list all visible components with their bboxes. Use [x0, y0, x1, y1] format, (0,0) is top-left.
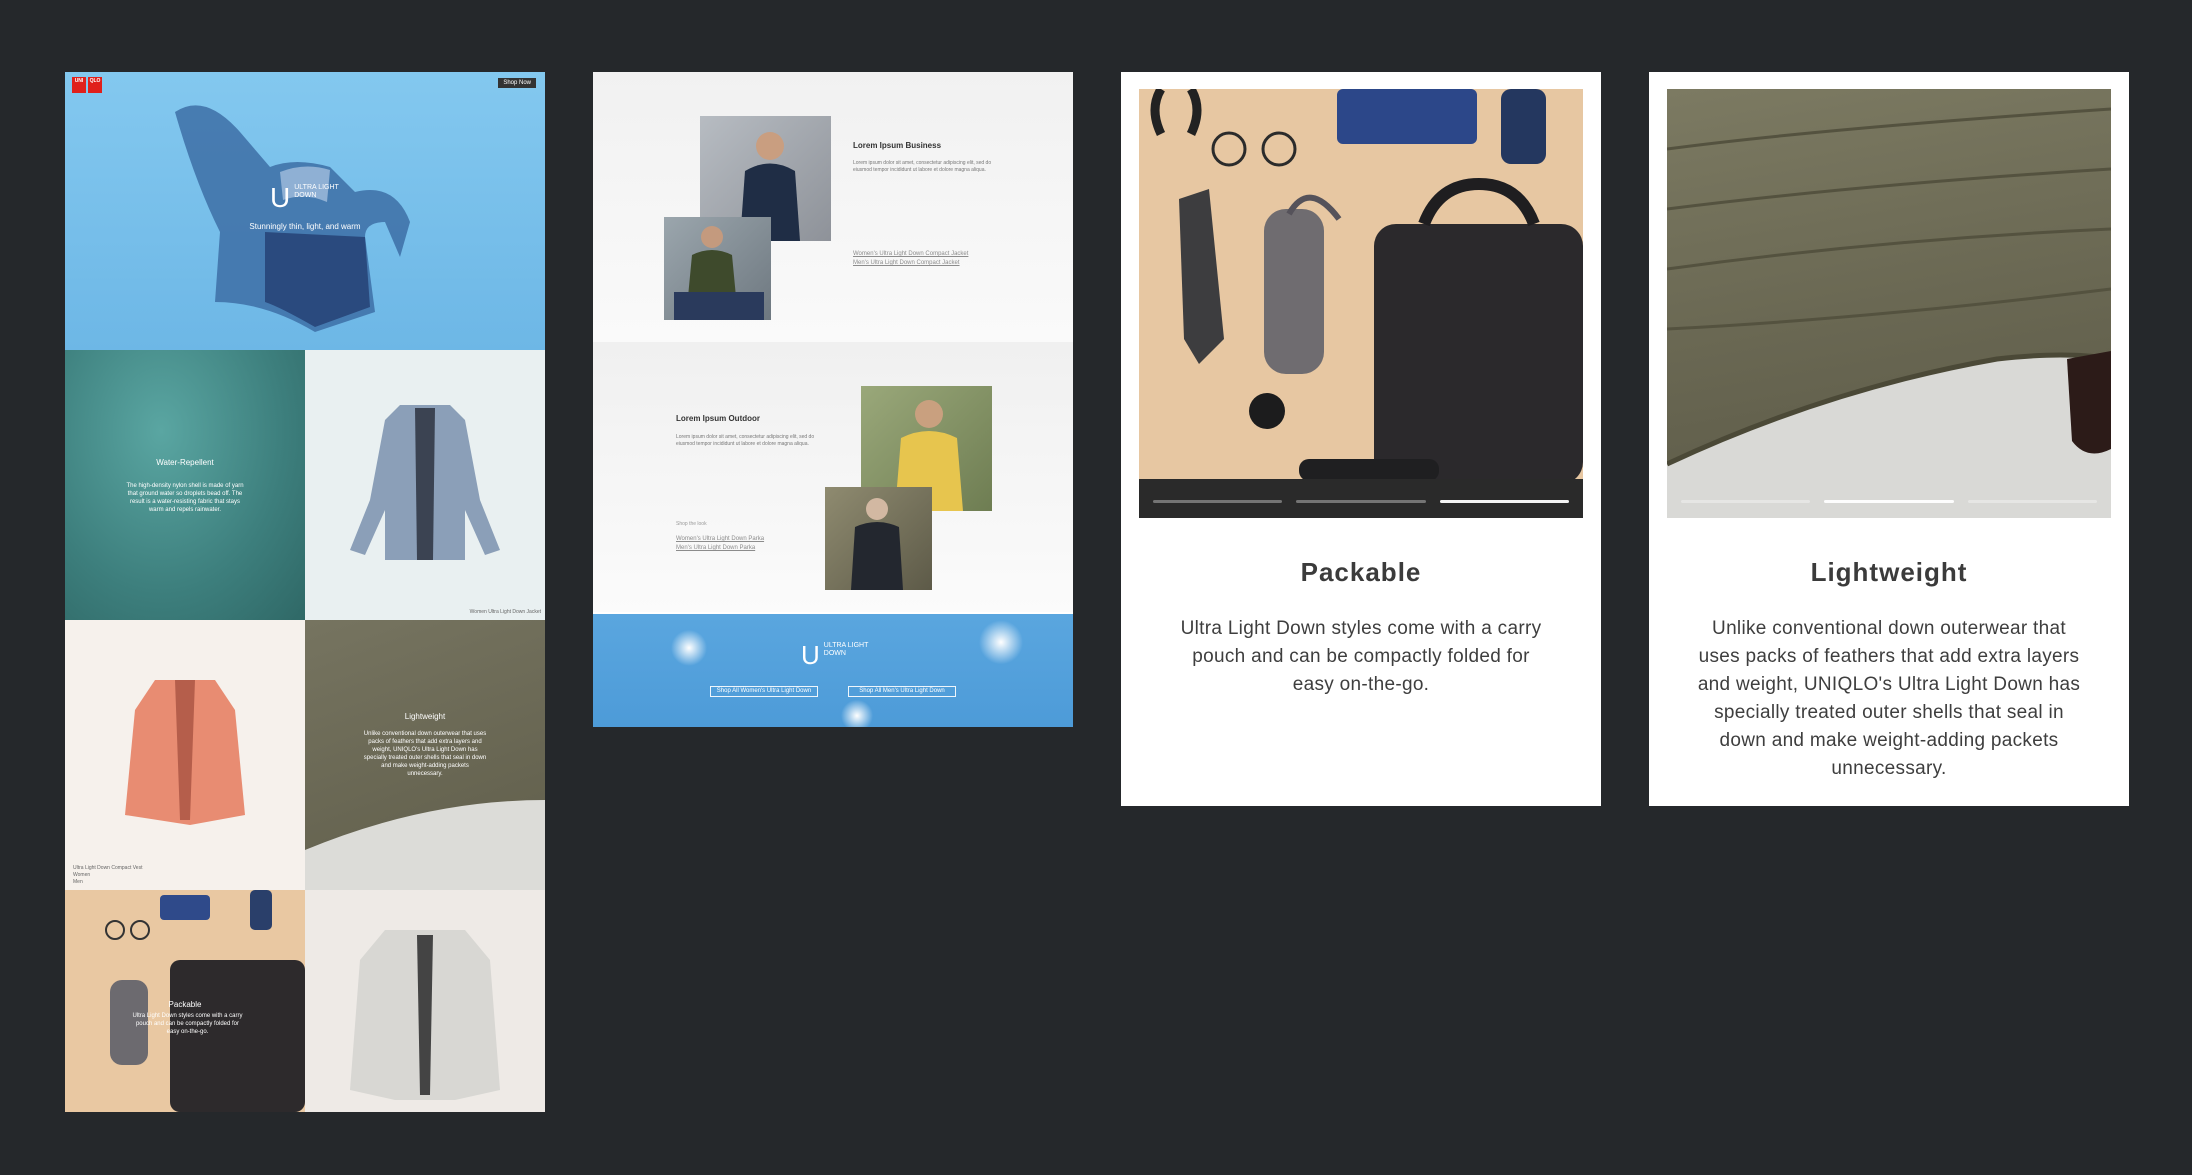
lightweight-carousel-indicators[interactable]	[1681, 500, 2097, 504]
outdoor-man-illustration	[851, 498, 903, 590]
outdoor-man-photo	[825, 487, 932, 590]
packable-tile: Packable Ultra Light Down styles come wi…	[65, 890, 305, 1112]
lifestyle-page-panel: Lorem Ipsum Business Lorem ipsum dolor s…	[593, 72, 1073, 727]
lightweight-card-title: Lightweight	[1810, 557, 1968, 587]
outdoor-link-men[interactable]: Men's Ultra Light Down Parka	[676, 544, 755, 553]
packable-carousel-indicators[interactable]	[1153, 500, 1569, 504]
water-repellent-title: Water-Repellent	[156, 458, 214, 467]
hero-image: UNI QLO Shop Now U ULTRA LIGHT DOWN Stunn…	[65, 72, 545, 350]
logo-block-2: QLO	[88, 77, 102, 93]
business-section: Lorem Ipsum Business Lorem ipsum dolor s…	[593, 72, 1073, 342]
outdoor-title: Lorem Ipsum Outdoor	[676, 414, 760, 423]
business-link-women[interactable]: Women's Ultra Light Down Compact Jacket	[853, 250, 968, 259]
blue-jacket-illustration	[350, 405, 500, 560]
slide-indicator-1[interactable]	[1153, 500, 1283, 503]
white-puffer-tile[interactable]	[305, 890, 545, 1112]
hero-tagline: Stunningly thin, light, and warm	[249, 222, 361, 231]
white-puffer-illustration	[350, 930, 500, 1100]
packable-card-body: Ultra Light Down styles come with a carr…	[1180, 618, 1542, 695]
business-link-men[interactable]: Men's Ultra Light Down Compact Jacket	[853, 259, 960, 268]
lightweight-card: Lightweight Unlike conventional down out…	[1649, 72, 2129, 806]
lightweight-card-body: Unlike conventional down outerwear that …	[1697, 618, 2081, 779]
business-man-illustration	[674, 226, 764, 320]
lightweight-title: Lightweight	[404, 712, 446, 721]
olive-jacket-illustration	[1667, 107, 2111, 518]
vest-caption[interactable]: Ultra Light Down Compact Vest Women Men	[73, 865, 142, 886]
shop-all-men-button[interactable]: Shop All Men's Ultra Light Down	[848, 686, 956, 697]
packable-carousel-image[interactable]	[1139, 89, 1583, 518]
lightweight-tile: Lightweight Unlike conventional down out…	[305, 620, 545, 890]
sky-banner: U ULTRA LIGHT DOWN Shop All Women's Ultra…	[593, 614, 1073, 727]
packable-title: Packable	[168, 1000, 202, 1009]
shop-now-button[interactable]: Shop Now	[498, 78, 536, 88]
banner-logo: U ULTRA LIGHT DOWN	[801, 640, 869, 670]
outdoor-section: Lorem Ipsum Outdoor Lorem ipsum dolor si…	[593, 342, 1073, 612]
outdoor-link-women[interactable]: Women's Ultra Light Down Parka	[676, 535, 764, 544]
packable-flatlay-illustration	[1139, 89, 1583, 518]
slide-indicator-2[interactable]	[1296, 500, 1426, 503]
packable-card-title: Packable	[1300, 557, 1422, 587]
packable-body: Ultra Light Down styles come with a carr…	[132, 1013, 243, 1035]
business-body: Lorem ipsum dolor sit amet, consectetur …	[853, 160, 992, 173]
pink-vest-illustration	[125, 680, 245, 825]
landing-page-panel: UNI QLO Shop Now U ULTRA LIGHT DOWN Stunn…	[65, 72, 545, 1112]
slide-indicator-3[interactable]	[1967, 500, 2097, 503]
ultra-light-down-logo: U ULTRA LIGHT DOWN	[270, 182, 339, 213]
business-title: Lorem Ipsum Business	[853, 141, 942, 150]
slide-indicator-2[interactable]	[1824, 500, 1954, 503]
business-man-photo	[664, 217, 771, 320]
water-repellent-body: The high-density nylon shell is made of …	[126, 483, 244, 513]
outdoor-shop-label: Shop the look	[676, 521, 707, 527]
water-repellent-tile: Water-Repellent The high-density nylon s…	[65, 350, 305, 620]
uniqlo-logo[interactable]: UNI QLO	[72, 77, 102, 93]
slide-indicator-1[interactable]	[1681, 500, 1811, 503]
slide-indicator-3[interactable]	[1439, 500, 1569, 503]
logo-block-1: UNI	[72, 77, 86, 93]
shop-all-women-button[interactable]: Shop All Women's Ultra Light Down	[710, 686, 818, 697]
blue-jacket-tile[interactable]: Women Ultra Light Down Jacket	[305, 350, 545, 620]
pink-vest-tile[interactable]: Ultra Light Down Compact Vest Women Men	[65, 620, 305, 890]
outdoor-body: Lorem ipsum dolor sit amet, consectetur …	[676, 434, 815, 447]
lightweight-carousel-image[interactable]	[1667, 89, 2111, 518]
packable-card: Packable Ultra Light Down styles come wi…	[1121, 72, 1601, 806]
lightweight-body: Unlike conventional down outerwear that …	[363, 731, 487, 777]
jacket-caption[interactable]: Women Ultra Light Down Jacket	[470, 608, 541, 616]
